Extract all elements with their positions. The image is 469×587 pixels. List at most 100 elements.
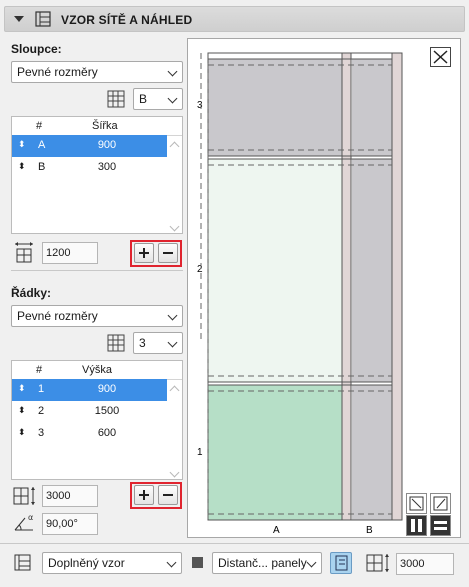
row-key: 1 <box>38 383 45 395</box>
drag-handle-icon[interactable]: ⬍ <box>18 383 26 394</box>
chevron-down-icon <box>306 557 317 568</box>
section-header[interactable]: VZOR SÍTĚ A NÁHLED <box>4 6 465 32</box>
row-label-3: 3 <box>197 100 203 111</box>
table-row[interactable]: ⬍ 2 1500 <box>12 401 167 423</box>
view-rows-button[interactable] <box>430 515 451 536</box>
rows-total-field[interactable]: 3000 <box>42 485 98 507</box>
add-column-button[interactable] <box>134 243 154 263</box>
table-row[interactable]: ⬍ 1 900 <box>12 379 167 401</box>
angle-field[interactable]: 90,00° <box>42 513 98 535</box>
view-slant-button[interactable] <box>430 493 451 514</box>
svg-text:α: α <box>28 513 33 522</box>
view-diagonal-button[interactable] <box>406 493 427 514</box>
grid-preview-drawing: 3 2 1 A B <box>197 52 403 536</box>
remove-row-button[interactable] <box>158 485 178 505</box>
mullion-ab <box>341 52 352 521</box>
row-label-1: 1 <box>197 447 203 458</box>
panel-a1 <box>208 385 342 520</box>
columns-table-header: # Šířka <box>12 117 182 136</box>
drag-handle-icon[interactable]: ⬍ <box>18 405 26 416</box>
row-value[interactable]: 600 <box>87 427 127 439</box>
close-preview-button[interactable] <box>430 47 451 67</box>
table-row[interactable]: ⬍ 3 600 <box>12 423 167 445</box>
row-key: B <box>38 161 46 173</box>
rows-key-select[interactable]: 3 <box>133 332 183 354</box>
rows-table[interactable]: # Výška ⬍ 1 900 ⬍ 2 1500 ⬍ 3 600 <box>11 360 183 480</box>
panel-select[interactable]: Distanč... panely <box>212 552 322 574</box>
grid-preview: 3 2 1 A B <box>187 38 461 538</box>
row-header-height: Výška <box>82 364 112 376</box>
add-row-button[interactable] <box>134 485 154 505</box>
mullion-right <box>391 52 403 521</box>
row-grid-icon <box>107 334 125 352</box>
row-key: A <box>38 139 46 151</box>
column-grid-icon <box>107 90 125 108</box>
minus-icon <box>163 494 173 496</box>
plus-icon-bar <box>143 490 145 500</box>
row-value[interactable]: 900 <box>87 139 127 151</box>
drag-handle-icon[interactable]: ⬍ <box>18 161 26 172</box>
columns-mode-select[interactable]: Pevné rozměry <box>11 61 183 83</box>
columns-view-icon <box>411 519 422 532</box>
col-label-b: B <box>366 525 373 536</box>
column-header-width: Šířka <box>92 120 118 132</box>
pattern-value: Doplněný vzor <box>48 556 125 570</box>
panel-value: Distanč... panely <box>218 556 307 570</box>
rows-key-value: 3 <box>139 336 146 350</box>
columns-key-select[interactable]: B <box>133 88 183 110</box>
rows-label: Řádky: <box>11 286 52 300</box>
column-header-index: # <box>36 120 43 132</box>
table-row[interactable]: ⬍ A 900 <box>12 135 167 157</box>
scroll-up-icon[interactable] <box>169 141 180 152</box>
section-title: VZOR SÍTĚ A NÁHLED <box>61 13 193 27</box>
columns-mode-value: Pevné rozměry <box>17 65 98 79</box>
scroll-down-icon[interactable] <box>169 221 180 232</box>
plus-icon-bar <box>143 248 145 258</box>
bottom-divider <box>0 543 469 544</box>
chevron-down-icon <box>166 557 177 568</box>
panel-b3 <box>352 59 392 156</box>
panel-b1 <box>352 385 392 520</box>
pattern-select[interactable]: Doplněný vzor <box>42 552 182 574</box>
drag-handle-icon[interactable]: ⬍ <box>18 427 26 438</box>
panel-a2 <box>208 159 342 382</box>
columns-total-field[interactable]: 1200 <box>42 242 98 264</box>
pattern-icon <box>14 554 31 571</box>
table-row[interactable]: ⬍ B 300 <box>12 157 167 179</box>
scroll-down-icon[interactable] <box>169 467 180 478</box>
drag-handle-icon[interactable]: ⬍ <box>18 139 26 150</box>
rows-mode-value: Pevné rozměry <box>17 309 98 323</box>
row-key: 2 <box>38 405 45 417</box>
diagonal-view-icon <box>409 496 424 511</box>
row-value[interactable]: 900 <box>87 383 127 395</box>
columns-key-value: B <box>139 92 148 106</box>
slant-view-icon <box>433 496 448 511</box>
remove-column-button[interactable] <box>158 243 178 263</box>
row-value[interactable]: 1500 <box>87 405 127 417</box>
chevron-down-icon <box>167 310 178 321</box>
scroll-up-icon[interactable] <box>169 385 180 396</box>
chevron-down-icon <box>167 337 178 348</box>
panel-b2 <box>352 159 392 382</box>
chevron-down-icon <box>167 66 178 77</box>
total-height-icon <box>13 487 35 505</box>
panel-settings-button[interactable] <box>330 552 352 574</box>
columns-label: Sloupce: <box>11 42 62 56</box>
chevron-down-icon <box>167 93 178 104</box>
collapse-triangle-icon[interactable] <box>14 16 24 22</box>
total-width-icon <box>15 242 33 263</box>
divider <box>11 270 183 271</box>
panel-swatch-icon <box>192 557 203 568</box>
rows-view-icon <box>434 521 447 530</box>
height-icon <box>366 554 389 572</box>
row-value[interactable]: 300 <box>87 161 127 173</box>
minus-icon <box>163 252 173 254</box>
angle-icon: α <box>14 513 33 531</box>
view-columns-button[interactable] <box>406 515 427 536</box>
panel-settings-icon <box>335 555 348 571</box>
rows-mode-select[interactable]: Pevné rozměry <box>11 305 183 327</box>
row-key: 3 <box>38 427 45 439</box>
row-label-2: 2 <box>197 264 203 275</box>
columns-table[interactable]: # Šířka ⬍ A 900 ⬍ B 300 <box>11 116 183 234</box>
height-field[interactable]: 3000 <box>396 553 454 575</box>
